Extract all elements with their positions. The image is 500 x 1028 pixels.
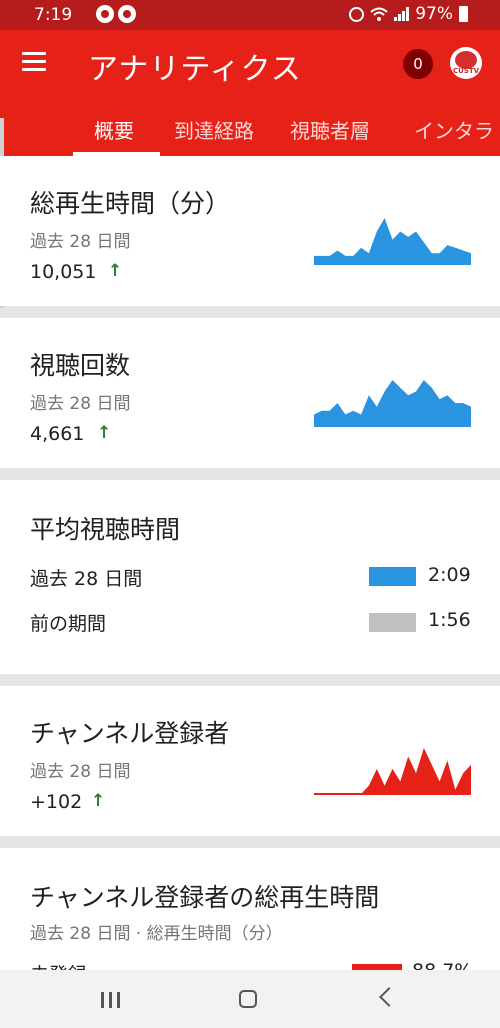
- trend-up-icon: ↑: [108, 261, 123, 281]
- card-period: 過去 28 日間: [30, 762, 131, 782]
- views-sparkline: [314, 380, 471, 427]
- subscriber-watch-time-card[interactable]: チャンネル登録者の総再生時間 過去 28 日間 · 総再生時間（分） 未登録 8…: [0, 848, 500, 970]
- battery-percent: 97%: [415, 4, 453, 24]
- avg-row-label-current: 過去 28 日間: [30, 568, 143, 590]
- card-title: 平均視聴時間: [30, 515, 181, 544]
- avg-bar-current: [369, 567, 416, 586]
- system-nav-bar: [0, 970, 500, 1028]
- subscribers-card[interactable]: チャンネル登録者 過去 28 日間 +102 ↑: [0, 686, 500, 836]
- tab-bar: 概要 到達経路 視聴者層 インタラ: [0, 106, 500, 156]
- sparkline-area: [314, 748, 471, 794]
- card-title: 視聴回数: [30, 351, 131, 380]
- trend-up-icon: ↑: [97, 423, 112, 443]
- notification-icon: [118, 5, 136, 23]
- status-right: 97%: [349, 4, 468, 24]
- row-value: 88.7%: [412, 960, 472, 970]
- trend-up-icon: ↑: [91, 791, 106, 811]
- avg-duration-card[interactable]: 平均視聴時間 過去 28 日間 2:09 前の期間 1:56: [0, 480, 500, 674]
- card-value: +102: [30, 791, 83, 813]
- status-notifications: [96, 5, 136, 23]
- recents-icon[interactable]: [101, 992, 120, 1008]
- card-period: 過去 28 日間 · 総再生時間（分）: [30, 924, 283, 944]
- back-icon[interactable]: [379, 987, 399, 1007]
- alarm-icon: [349, 6, 365, 22]
- avg-value-current: 2:09: [428, 564, 471, 586]
- card-value: 4,661: [30, 423, 85, 445]
- home-icon[interactable]: [239, 990, 257, 1008]
- row-label: 未登録: [30, 960, 87, 970]
- card-value: 10,051: [30, 261, 97, 283]
- sparkline-area: [314, 380, 471, 426]
- avg-row-label-previous: 前の期間: [30, 613, 107, 635]
- page-title: アナリティクス: [88, 52, 302, 87]
- signal-icon: [394, 7, 410, 21]
- watch-time-sparkline: [314, 218, 471, 265]
- watch-time-card[interactable]: 総再生時間（分） 過去 28 日間 10,051 ↑: [0, 156, 500, 306]
- tab-demographics[interactable]: 視聴者層: [290, 115, 370, 144]
- sparkline-area: [314, 218, 471, 264]
- subscribers-sparkline: [314, 748, 471, 795]
- card-period: 過去 28 日間: [30, 394, 131, 414]
- wifi-icon: [370, 7, 388, 21]
- views-card[interactable]: 視聴回数 過去 28 日間 4,661 ↑: [0, 318, 500, 468]
- avg-bar-previous: [369, 613, 416, 632]
- notification-badge[interactable]: 0: [403, 49, 433, 79]
- battery-icon: [459, 6, 468, 22]
- card-period: 過去 28 日間: [30, 232, 131, 252]
- avg-value-previous: 1:56: [428, 609, 471, 631]
- tab-interaction[interactable]: インタラ: [414, 115, 494, 144]
- card-title: チャンネル登録者: [30, 719, 230, 748]
- status-time: 7:19: [34, 5, 73, 25]
- menu-icon[interactable]: [22, 52, 46, 72]
- card-title: チャンネル登録者の総再生時間: [30, 883, 380, 912]
- status-bar: 7:19 97%: [0, 0, 500, 30]
- card-title: 総再生時間（分）: [30, 189, 231, 218]
- avatar[interactable]: CUSTV: [450, 47, 482, 79]
- app-bar: アナリティクス 0 CUSTV 概要 到達経路 視聴者層 インタラ: [0, 30, 500, 156]
- avatar-logo-text: CUSTV: [453, 67, 480, 75]
- tab-overview[interactable]: 概要: [94, 115, 134, 144]
- tab-traffic-sources[interactable]: 到達経路: [174, 115, 254, 144]
- notification-icon: [96, 5, 114, 23]
